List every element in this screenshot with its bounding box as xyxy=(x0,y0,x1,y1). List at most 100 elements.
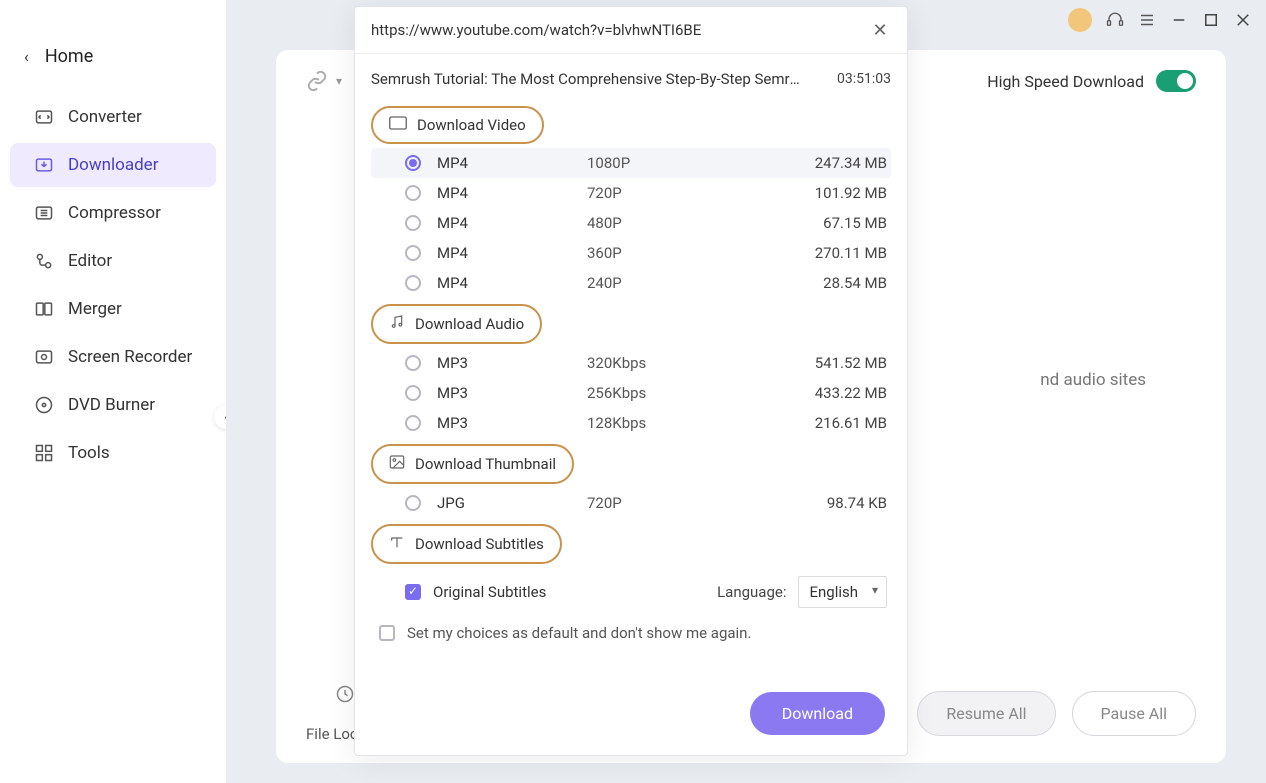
close-window-button[interactable] xyxy=(1234,11,1252,29)
video-option[interactable]: MP4240P28.54 MB xyxy=(371,268,891,298)
size-label: 247.34 MB xyxy=(757,154,887,172)
default-checkbox[interactable] xyxy=(379,625,395,641)
home-nav[interactable]: ‹ Home xyxy=(0,36,226,91)
headset-icon[interactable] xyxy=(1106,11,1124,29)
sidebar-item-label: Converter xyxy=(68,107,142,127)
dialog-body: Semrush Tutorial: The Most Comprehensive… xyxy=(355,54,907,678)
sidebar-item-downloader[interactable]: Downloader xyxy=(10,143,216,187)
size-label: 216.61 MB xyxy=(757,414,887,432)
size-label: 98.74 KB xyxy=(757,494,887,512)
merger-icon xyxy=(34,299,54,319)
radio[interactable] xyxy=(405,215,421,231)
background-hint-text: nd audio sites xyxy=(1040,370,1146,390)
format-label: MP4 xyxy=(437,214,587,232)
quality-label: 720P xyxy=(587,494,757,512)
radio[interactable] xyxy=(405,245,421,261)
format-label: MP4 xyxy=(437,184,587,202)
close-icon[interactable]: ✕ xyxy=(869,19,891,41)
size-label: 28.54 MB xyxy=(757,274,887,292)
sidebar-item-merger[interactable]: Merger xyxy=(10,287,216,331)
video-icon xyxy=(389,116,407,134)
format-label: MP4 xyxy=(437,274,587,292)
audio-option[interactable]: MP3128Kbps216.61 MB xyxy=(371,408,891,438)
menu-icon[interactable] xyxy=(1138,11,1156,29)
sidebar-item-label: Merger xyxy=(68,299,122,319)
audio-option[interactable]: MP3256Kbps433.22 MB xyxy=(371,378,891,408)
titlebar xyxy=(1068,0,1266,40)
video-duration: 03:51:03 xyxy=(837,71,891,87)
editor-icon xyxy=(34,251,54,271)
pause-all-button[interactable]: Pause All xyxy=(1072,691,1196,736)
sidebar-item-label: Downloader xyxy=(68,155,158,175)
dialog-footer: Download xyxy=(355,678,907,755)
high-speed-toggle-group: High Speed Download xyxy=(987,70,1196,92)
high-speed-toggle[interactable] xyxy=(1156,70,1196,92)
sidebar-item-label: Tools xyxy=(68,443,110,463)
language-label: Language: xyxy=(717,583,786,601)
url-paste-group[interactable]: ▾ xyxy=(306,70,342,92)
quality-label: 320Kbps xyxy=(587,354,757,372)
size-label: 101.92 MB xyxy=(757,184,887,202)
size-label: 67.15 MB xyxy=(757,214,887,232)
video-meta: Semrush Tutorial: The Most Comprehensive… xyxy=(371,64,891,100)
sidebar-item-label: Screen Recorder xyxy=(68,347,192,367)
footer-buttons: Resume All Pause All xyxy=(917,691,1196,736)
radio[interactable] xyxy=(405,355,421,371)
radio[interactable] xyxy=(405,415,421,431)
original-subtitles-checkbox[interactable] xyxy=(405,584,421,600)
quality-label: 360P xyxy=(587,244,757,262)
video-option[interactable]: MP4720P101.92 MB xyxy=(371,178,891,208)
radio[interactable] xyxy=(405,185,421,201)
section-download-audio[interactable]: Download Audio xyxy=(371,304,542,344)
quality-label: 256Kbps xyxy=(587,384,757,402)
section-subtitles-label: Download Subtitles xyxy=(415,535,544,553)
sidebar-item-converter[interactable]: Converter xyxy=(10,95,216,139)
sidebar-item-dvd-burner[interactable]: DVD Burner xyxy=(10,383,216,427)
chevron-left-icon: ‹ xyxy=(24,47,29,66)
section-audio-label: Download Audio xyxy=(415,315,524,333)
image-icon xyxy=(389,454,405,474)
audio-option[interactable]: MP3320Kbps541.52 MB xyxy=(371,348,891,378)
sidebar-item-editor[interactable]: Editor xyxy=(10,239,216,283)
sidebar-item-label: Editor xyxy=(68,251,112,271)
section-download-subtitles[interactable]: Download Subtitles xyxy=(371,524,562,564)
language-select[interactable]: English xyxy=(798,576,887,608)
thumbnail-option[interactable]: JPG720P98.74 KB xyxy=(371,488,891,518)
sidebar-item-tools[interactable]: Tools xyxy=(10,431,216,475)
radio[interactable] xyxy=(405,495,421,511)
download-dialog: https://www.youtube.com/watch?v=blvhwNTI… xyxy=(354,6,908,756)
music-icon xyxy=(389,314,405,334)
resume-all-button[interactable]: Resume All xyxy=(917,691,1055,736)
radio[interactable] xyxy=(405,385,421,401)
radio[interactable] xyxy=(405,275,421,291)
clock-icon xyxy=(335,684,355,709)
video-option[interactable]: MP4480P67.15 MB xyxy=(371,208,891,238)
quality-label: 1080P xyxy=(587,154,757,172)
format-label: MP3 xyxy=(437,414,587,432)
high-speed-label: High Speed Download xyxy=(987,72,1144,91)
video-option[interactable]: MP4360P270.11 MB xyxy=(371,238,891,268)
sidebar-item-label: Compressor xyxy=(68,203,161,223)
section-download-video[interactable]: Download Video xyxy=(371,106,544,144)
sidebar-item-screen-recorder[interactable]: Screen Recorder xyxy=(10,335,216,379)
screen-recorder-icon xyxy=(34,347,54,367)
quality-label: 128Kbps xyxy=(587,414,757,432)
video-title: Semrush Tutorial: The Most Comprehensive… xyxy=(371,70,801,88)
radio[interactable] xyxy=(405,155,421,171)
downloader-icon xyxy=(34,155,54,175)
sidebar-item-compressor[interactable]: Compressor xyxy=(10,191,216,235)
format-label: MP3 xyxy=(437,384,587,402)
download-button[interactable]: Download xyxy=(750,692,885,735)
dvd-burner-icon xyxy=(34,395,54,415)
avatar[interactable] xyxy=(1068,8,1092,32)
minimize-button[interactable] xyxy=(1170,11,1188,29)
section-thumbnail-label: Download Thumbnail xyxy=(415,455,556,473)
sidebar-item-label: DVD Burner xyxy=(68,395,155,415)
size-label: 541.52 MB xyxy=(757,354,887,372)
section-download-thumbnail[interactable]: Download Thumbnail xyxy=(371,444,574,484)
format-label: JPG xyxy=(437,494,587,512)
maximize-button[interactable] xyxy=(1202,11,1220,29)
video-option[interactable]: MP41080P247.34 MB xyxy=(371,148,891,178)
subtitle-row: Original Subtitles Language: English xyxy=(371,568,891,616)
quality-label: 720P xyxy=(587,184,757,202)
